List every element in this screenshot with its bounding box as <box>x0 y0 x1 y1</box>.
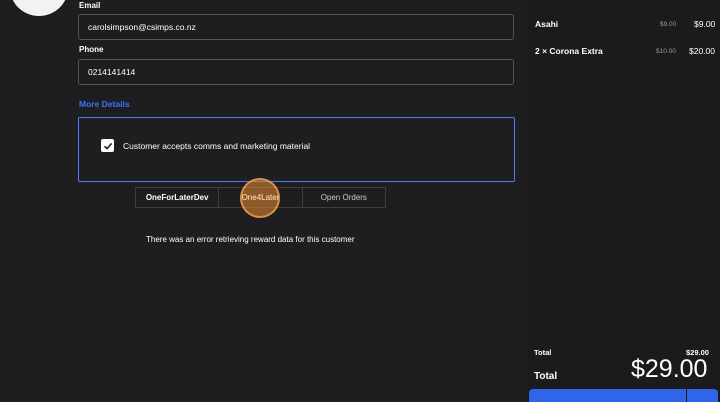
comms-checkbox[interactable] <box>101 139 114 152</box>
total-value: $29.00 <box>631 355 708 383</box>
more-details-link[interactable]: More Details <box>79 99 130 109</box>
pay-options-button[interactable] <box>687 389 718 402</box>
email-field[interactable] <box>78 14 514 40</box>
checkmark-icon <box>103 142 112 150</box>
customer-panel: Email Phone More Details Customer accept… <box>0 0 528 402</box>
order-item-name[interactable]: Asahi <box>535 19 558 29</box>
tab-open-orders[interactable]: Open Orders <box>303 188 385 207</box>
email-label: Email <box>79 1 101 10</box>
order-panel <box>528 0 720 402</box>
pay-button[interactable] <box>529 389 686 402</box>
tab-oneforlaterdev[interactable]: OneForLaterDev <box>136 188 220 207</box>
order-item-name[interactable]: 2 × Corona Extra <box>535 46 603 56</box>
phone-field[interactable] <box>78 59 514 85</box>
tab-one4later[interactable]: One4Later <box>219 177 303 218</box>
reward-error-message: There was an error retrieving reward dat… <box>146 235 355 244</box>
phone-label: Phone <box>79 45 104 54</box>
loyalty-tabs: OneForLaterDev One4Later Open Orders <box>135 177 386 218</box>
avatar <box>10 0 68 16</box>
order-item-total: $9.00 <box>694 19 716 29</box>
subtotal-label: Total <box>534 348 552 357</box>
total-label: Total <box>534 371 558 382</box>
order-item-unit-price: $10.00 <box>656 48 676 55</box>
comms-label: Customer accepts comms and marketing mat… <box>123 141 311 151</box>
tab-one4later-label: One4Later <box>241 193 280 202</box>
order-item-total: $20.00 <box>689 46 715 56</box>
comms-consent-box: Customer accepts comms and marketing mat… <box>78 117 515 182</box>
order-item-unit-price: $9.00 <box>660 21 677 28</box>
